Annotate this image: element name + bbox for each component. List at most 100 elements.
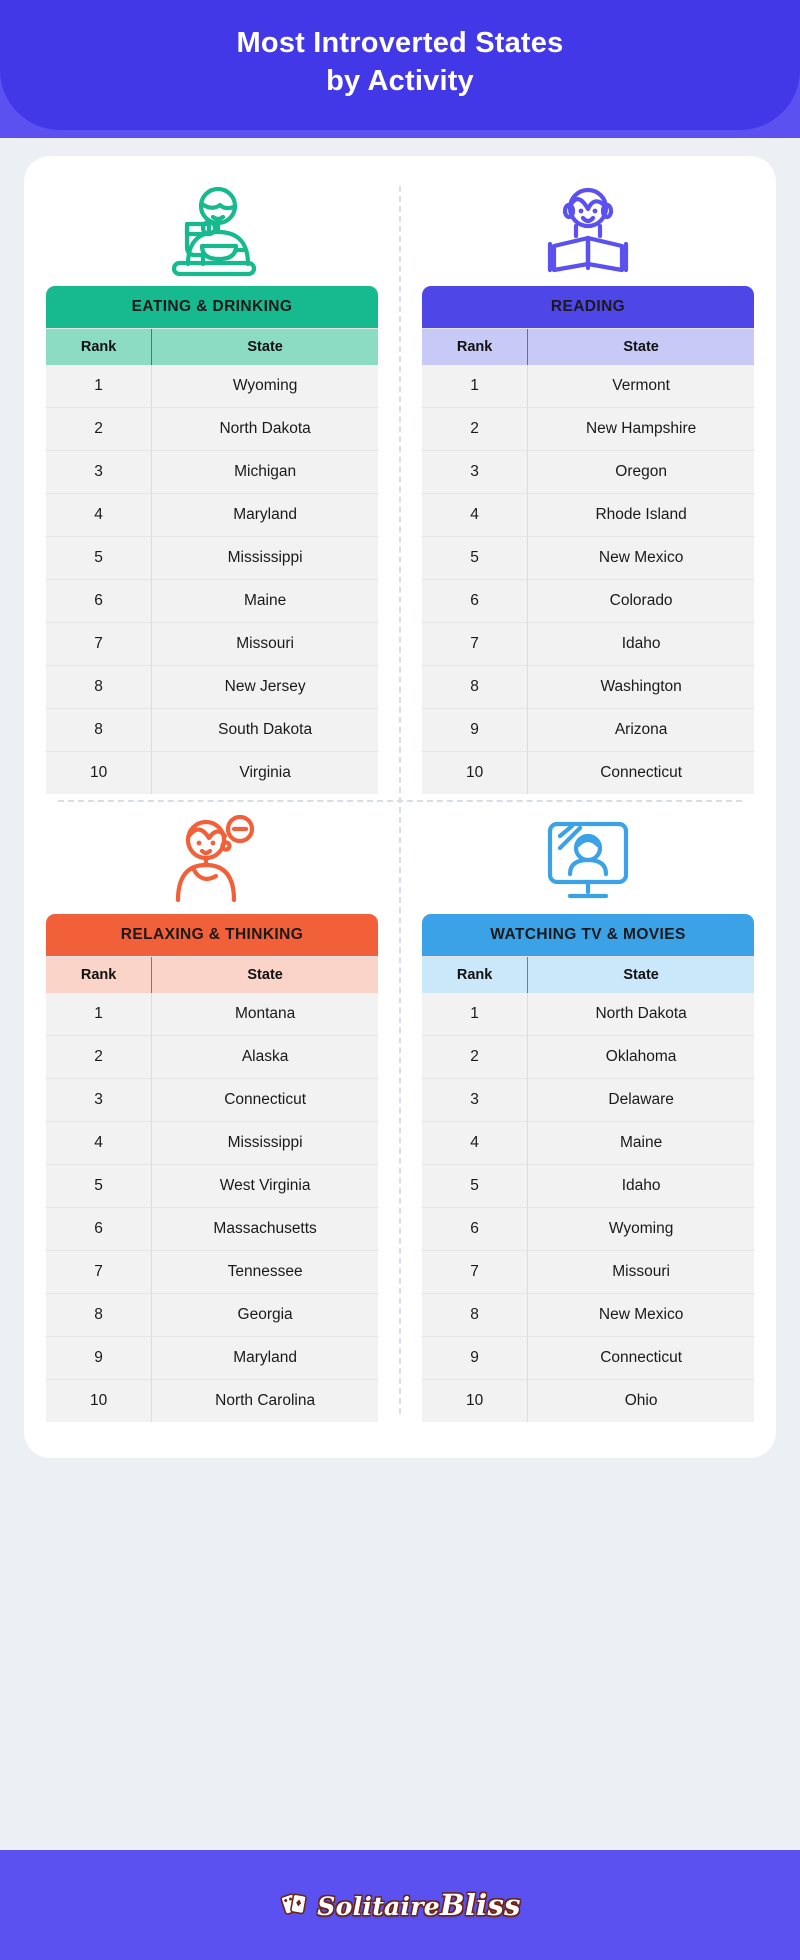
- table-row: 3 Connecticut: [46, 1079, 378, 1122]
- cell-state: Wyoming: [528, 1208, 754, 1251]
- table-row: 8 New Mexico: [422, 1294, 754, 1337]
- cell-rank: 10: [46, 752, 153, 794]
- column-header-rank: Rank: [46, 957, 153, 993]
- table-row: 5 New Mexico: [422, 537, 754, 580]
- table-row: 2 Alaska: [46, 1036, 378, 1079]
- cell-state: Wyoming: [152, 365, 378, 408]
- table-row: 9 Maryland: [46, 1337, 378, 1380]
- table-title-reading: READING: [422, 286, 754, 329]
- cell-rank: 5: [46, 537, 153, 580]
- cell-state: North Dakota: [152, 408, 378, 451]
- table-row: 3 Michigan: [46, 451, 378, 494]
- table-row: 5 West Virginia: [46, 1165, 378, 1208]
- table-row: 10 Virginia: [46, 752, 378, 794]
- brand-name-part2: Bliss: [440, 1888, 521, 1922]
- cell-rank: 5: [46, 1165, 153, 1208]
- cell-state: Rhode Island: [528, 494, 754, 537]
- person-reading-book-icon: [547, 187, 629, 273]
- page-title-line2: by Activity: [326, 65, 474, 98]
- cell-rank: 8: [422, 1294, 529, 1337]
- cell-rank: 3: [46, 1079, 153, 1122]
- table-row: 1 North Dakota: [422, 993, 754, 1036]
- cell-rank: 3: [422, 451, 529, 494]
- table-row: 4 Maryland: [46, 494, 378, 537]
- cell-rank: 2: [422, 1036, 529, 1079]
- person-watching-tv-icon: [547, 821, 629, 899]
- table-row: 4 Maine: [422, 1122, 754, 1165]
- cell-state: New Jersey: [152, 666, 378, 709]
- cell-rank: 3: [422, 1079, 529, 1122]
- cell-rank: 7: [422, 1251, 529, 1294]
- column-header-rank: Rank: [422, 329, 529, 365]
- table-row: 10 North Carolina: [46, 1380, 378, 1422]
- infographic-page: Most Introverted States by Activity EATI…: [0, 0, 800, 1960]
- table-title-watching-tv-movies: WATCHING TV & MOVIES: [422, 914, 754, 957]
- cell-rank: 9: [422, 709, 529, 752]
- cell-rank: 4: [46, 1122, 153, 1165]
- cell-state: Connecticut: [528, 752, 754, 794]
- cell-state: Missouri: [528, 1251, 754, 1294]
- table-row: 10 Connecticut: [422, 752, 754, 794]
- brand-logo[interactable]: SolitaireBliss: [279, 1886, 520, 1925]
- table-row: 7 Tennessee: [46, 1251, 378, 1294]
- table-row: 9 Connecticut: [422, 1337, 754, 1380]
- cell-rank: 8: [46, 1294, 153, 1337]
- table-row: 7 Missouri: [46, 623, 378, 666]
- table-row: 8 Georgia: [46, 1294, 378, 1337]
- table-row: 7 Idaho: [422, 623, 754, 666]
- column-header-state: State: [152, 957, 378, 993]
- cell-state: Connecticut: [528, 1337, 754, 1380]
- cell-state: New Mexico: [528, 1294, 754, 1337]
- cell-state: Montana: [152, 993, 378, 1036]
- table-row: 6 Maine: [46, 580, 378, 623]
- cell-state: South Dakota: [152, 709, 378, 752]
- cell-state: Vermont: [528, 365, 754, 408]
- horizontal-divider: [58, 800, 742, 802]
- brand-name-part1: Solitaire: [317, 1892, 441, 1921]
- cell-state: Ohio: [528, 1380, 754, 1422]
- table-panel-reading: READING Rank State 1 Vermont 2 New Hampshire 3 O…: [400, 172, 776, 800]
- cell-state: Connecticut: [152, 1079, 378, 1122]
- cell-rank: 2: [422, 408, 529, 451]
- cell-rank: 3: [46, 451, 153, 494]
- column-header-state: State: [152, 329, 378, 365]
- cell-rank: 4: [46, 494, 153, 537]
- cell-rank: 7: [46, 1251, 153, 1294]
- cell-state: Oklahoma: [528, 1036, 754, 1079]
- cell-state: Virginia: [152, 752, 378, 794]
- tables-grid: EATING & DRINKING Rank State 1 Wyoming 2 North…: [24, 172, 776, 1428]
- ranking-table-eating-drinking: EATING & DRINKING Rank State 1 Wyoming 2 North…: [46, 286, 378, 794]
- table-row: 3 Oregon: [422, 451, 754, 494]
- cell-rank: 1: [422, 365, 529, 408]
- person-thinking-icon: [175, 814, 255, 903]
- cell-state: North Carolina: [152, 1380, 378, 1422]
- cell-rank: 10: [46, 1380, 153, 1422]
- cell-state: Idaho: [528, 623, 754, 666]
- table-panel-eating-drinking: EATING & DRINKING Rank State 1 Wyoming 2 North…: [24, 172, 400, 800]
- cell-rank: 8: [46, 666, 153, 709]
- table-row: 8 South Dakota: [46, 709, 378, 752]
- cell-state: Maine: [528, 1122, 754, 1165]
- person-reading-book-icon: [422, 178, 754, 286]
- cell-rank: 4: [422, 494, 529, 537]
- page-footer: SolitaireBliss: [0, 1850, 800, 1960]
- cell-state: Maryland: [152, 1337, 378, 1380]
- table-row: 9 Arizona: [422, 709, 754, 752]
- ranking-table-relaxing-thinking: RELAXING & THINKING Rank State 1 Montana 2 Ala…: [46, 914, 378, 1422]
- page-header: Most Introverted States by Activity: [0, 0, 800, 138]
- cell-state: New Hampshire: [528, 408, 754, 451]
- cell-rank: 8: [46, 709, 153, 752]
- cell-state: Michigan: [152, 451, 378, 494]
- ranking-table-watching-tv-movies: WATCHING TV & MOVIES Rank State 1 North Dako…: [422, 914, 754, 1422]
- table-row: 4 Rhode Island: [422, 494, 754, 537]
- table-row: 2 Oklahoma: [422, 1036, 754, 1079]
- table-row: 5 Idaho: [422, 1165, 754, 1208]
- cell-rank: 1: [422, 993, 529, 1036]
- table-panel-relaxing-thinking: RELAXING & THINKING Rank State 1 Montana 2 Ala…: [24, 800, 400, 1428]
- table-row: 6 Massachusetts: [46, 1208, 378, 1251]
- cell-rank: 5: [422, 537, 529, 580]
- cell-state: Alaska: [152, 1036, 378, 1079]
- cell-state: Mississippi: [152, 537, 378, 580]
- cell-rank: 10: [422, 752, 529, 794]
- table-row: 2 North Dakota: [46, 408, 378, 451]
